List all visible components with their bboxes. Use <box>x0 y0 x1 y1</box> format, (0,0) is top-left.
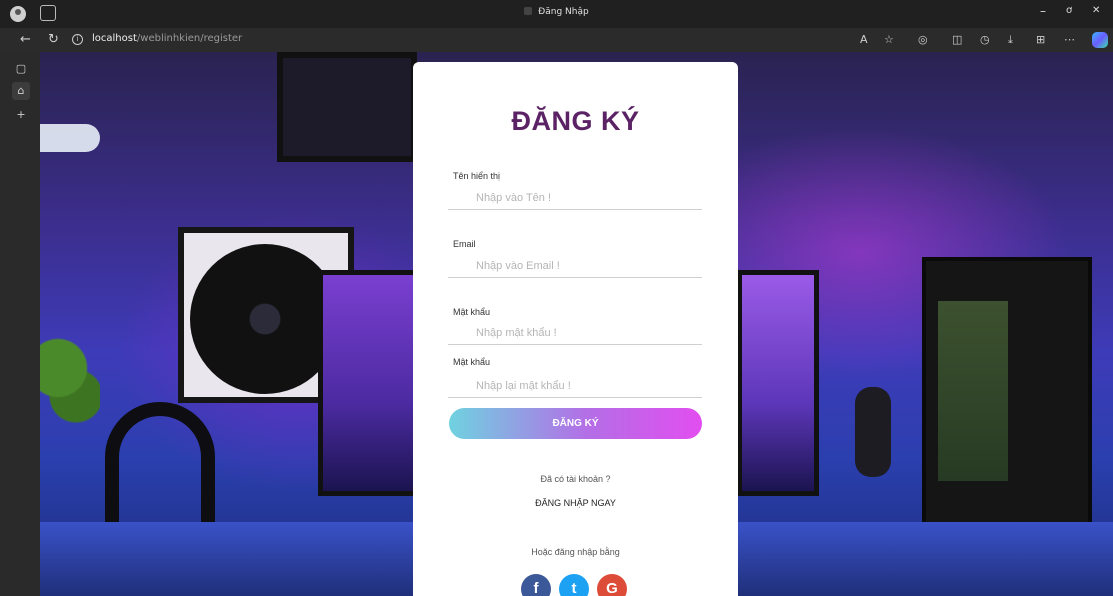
or-login-with-text: Hoặc đăng nhập bằng <box>531 547 620 557</box>
home-tab-icon[interactable]: ⌂ <box>12 82 30 100</box>
display-name-input[interactable] <box>448 186 702 210</box>
twitter-glyph: t <box>571 580 577 596</box>
read-aloud-icon[interactable]: A <box>860 33 868 46</box>
favicon-icon <box>524 7 533 15</box>
history-icon[interactable]: ◷ <box>980 33 990 46</box>
window-title: Đăng Nhập <box>0 7 1113 17</box>
facebook-glyph: f <box>533 580 539 596</box>
register-button[interactable]: ĐĂNG KÝ <box>449 408 702 439</box>
address-bar: ← ↻ i localhost/weblinhkien/register A ☆… <box>0 28 1113 52</box>
background-pc-case <box>922 257 1092 557</box>
more-menu-icon[interactable]: ⋯ <box>1064 33 1075 46</box>
browser-titlebar: Đăng Nhập – ơ ✕ <box>0 0 1113 28</box>
browser-sidebar: ▢ ⌂ + <box>0 52 40 596</box>
google-login-icon[interactable]: G <box>597 574 627 596</box>
background-lamp <box>40 124 100 152</box>
url-field[interactable]: localhost/weblinhkien/register <box>92 33 242 44</box>
register-card: ĐĂNG KÝ Tên hiển thị Email Mật khẩu Mật … <box>413 62 738 596</box>
google-glyph: G <box>606 580 618 596</box>
url-host: localhost <box>92 33 137 44</box>
background-monitor-left <box>318 270 428 496</box>
display-name-label: Tên hiển thị <box>453 171 501 181</box>
background-microphone <box>855 387 891 477</box>
background-monitor-right <box>737 270 819 496</box>
refresh-icon[interactable]: ↻ <box>48 31 59 49</box>
have-account-text: Đã có tài khoản ? <box>540 474 611 484</box>
confirm-password-label: Mật khẩu <box>453 357 491 367</box>
tabs-panel-icon[interactable]: ▢ <box>12 60 30 78</box>
url-path: /weblinhkien/register <box>136 33 243 44</box>
split-screen-icon[interactable]: ◫ <box>952 33 962 46</box>
collections-icon[interactable]: ⊞ <box>1036 33 1045 46</box>
new-tab-icon[interactable]: + <box>12 106 30 124</box>
background-plant <box>40 312 100 452</box>
email-label: Email <box>453 239 476 249</box>
facebook-login-icon[interactable]: f <box>521 574 551 596</box>
background-frame <box>277 52 417 162</box>
password-input[interactable] <box>448 321 702 345</box>
confirm-password-input[interactable] <box>448 374 702 398</box>
minimize-button[interactable]: – <box>1040 4 1046 18</box>
password-label: Mật khẩu <box>453 307 491 317</box>
copilot-icon[interactable] <box>1092 32 1108 48</box>
login-now-link[interactable]: ĐĂNG NHẬP NGAY <box>413 498 738 508</box>
close-button[interactable]: ✕ <box>1092 5 1100 16</box>
extensions-icon[interactable]: ◎ <box>918 33 928 46</box>
twitter-login-icon[interactable]: t <box>559 574 589 596</box>
page-background: ĐĂNG KÝ Tên hiển thị Email Mật khẩu Mật … <box>40 52 1113 596</box>
email-input[interactable] <box>448 254 702 278</box>
window-title-text: Đăng Nhập <box>538 7 589 17</box>
favorite-star-icon[interactable]: ☆ <box>884 33 894 46</box>
site-info-icon[interactable]: i <box>72 34 83 45</box>
register-title: ĐĂNG KÝ <box>511 106 640 136</box>
background-headphones <box>105 402 215 522</box>
restore-button[interactable]: ơ <box>1066 5 1072 16</box>
downloads-icon[interactable]: ⤓ <box>1008 33 1013 47</box>
back-icon[interactable]: ← <box>20 31 31 49</box>
